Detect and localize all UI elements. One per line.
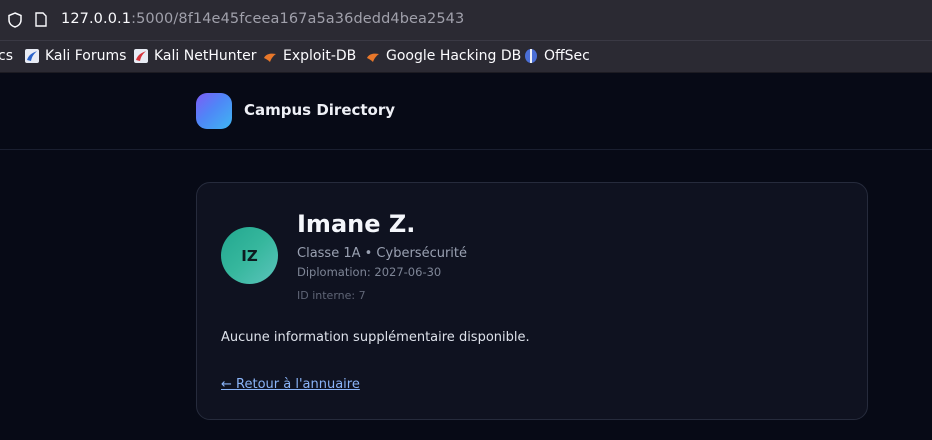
browser-url-bar[interactable]: 127.0.0.1:5000/8f14e45fceea167a5a36dedd4… xyxy=(0,0,932,40)
kali-dragon-icon xyxy=(25,49,39,63)
bookmark-kali-forums[interactable]: Kali Forums xyxy=(24,48,126,64)
bookmark-kali-nethunter[interactable]: Kali NetHunter xyxy=(133,48,256,64)
kali-nethunter-icon xyxy=(134,49,148,63)
bookmarks-toolbar: cs Kali Forums Kali NetHunter Exploit-DB… xyxy=(0,40,932,73)
profile-graduation: Diplomation: 2027-06-30 xyxy=(297,265,442,279)
avatar: IZ xyxy=(221,227,278,284)
profile-name: Imane Z. xyxy=(297,210,416,238)
site-header: Campus Directory xyxy=(0,73,932,150)
exploit-db-icon xyxy=(264,53,276,62)
url-text[interactable]: 127.0.0.1:5000/8f14e45fceea167a5a36dedd4… xyxy=(61,11,464,27)
bookmark-google-hacking-db[interactable]: Google Hacking DB xyxy=(365,48,521,64)
profile-internal-id: ID interne: 7 xyxy=(297,289,366,302)
exploit-db-icon xyxy=(367,53,379,62)
bookmark-truncated[interactable]: cs xyxy=(0,48,13,64)
site-logo[interactable] xyxy=(196,93,232,129)
bookmark-exploit-db[interactable]: Exploit-DB xyxy=(262,48,356,64)
bookmark-offsec[interactable]: OffSec xyxy=(523,48,590,64)
profile-description: Aucune information supplémentaire dispon… xyxy=(221,330,530,345)
back-to-directory-link[interactable]: ← Retour à l'annuaire xyxy=(221,377,360,392)
site-title[interactable]: Campus Directory xyxy=(244,101,395,119)
shield-icon[interactable] xyxy=(8,12,22,28)
profile-class: Classe 1A • Cybersécurité xyxy=(297,246,468,261)
page-icon xyxy=(35,12,47,27)
offsec-icon xyxy=(525,49,537,63)
avatar-initials: IZ xyxy=(241,246,258,265)
profile-card: IZ Imane Z. Classe 1A • Cybersécurité Di… xyxy=(196,182,868,420)
